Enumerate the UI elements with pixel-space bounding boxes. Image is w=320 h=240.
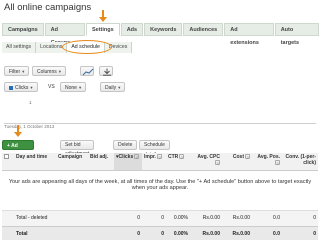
ctr-cell: 0.00% bbox=[166, 225, 190, 240]
arrow-shaft bbox=[17, 125, 19, 132]
tab-ad-groups[interactable]: Ad Groups bbox=[44, 23, 85, 46]
header-avg-cpc-label: Avg. CPC bbox=[197, 154, 220, 160]
columns-label: Columns bbox=[37, 69, 57, 75]
chart-y-tick: 1 bbox=[29, 100, 32, 105]
empty-state-message: Your ads are appearing all days of the w… bbox=[8, 178, 312, 191]
tab-ads[interactable]: Ads bbox=[120, 23, 144, 36]
delete-button[interactable]: Delete bbox=[113, 140, 138, 150]
metric2-select[interactable]: None ▾ bbox=[60, 82, 87, 92]
cost-cell: Rs.0.00 bbox=[222, 225, 252, 240]
avg-cpc-cell: Rs.0.00 bbox=[190, 209, 222, 226]
header-campaign[interactable]: Campaign bbox=[56, 153, 88, 171]
spacer-cell bbox=[2, 209, 14, 226]
line-chart-icon[interactable] bbox=[80, 66, 94, 76]
highlight-oval bbox=[62, 40, 112, 54]
spacer-cell bbox=[2, 225, 14, 240]
empty-state-row: Your ads are appearing all days of the w… bbox=[2, 170, 318, 210]
header-ctr-label: CTR bbox=[168, 154, 179, 160]
help-icon[interactable]: ? bbox=[245, 154, 250, 160]
select-all-checkbox[interactable] bbox=[4, 154, 9, 159]
tab-audiences[interactable]: Audiences bbox=[183, 23, 224, 36]
chevron-down-icon: ▾ bbox=[58, 69, 61, 74]
columns-button[interactable]: Columns ▾ bbox=[32, 66, 66, 76]
campaign-cell bbox=[56, 209, 88, 226]
row-label: Total - deleted bbox=[14, 209, 56, 226]
header-day-time[interactable]: Day and time bbox=[14, 153, 56, 171]
metric2-label: None bbox=[65, 85, 77, 91]
select-all-checkbox-cell[interactable] bbox=[2, 153, 14, 171]
conv-cell: 0 bbox=[282, 209, 318, 226]
table-row-total-deleted: Total - deleted 0 0 0.00% Rs.0.00 Rs.0.0… bbox=[2, 209, 318, 226]
header-avg-pos-label: Avg. Pos. bbox=[257, 154, 280, 160]
subtab-all-settings[interactable]: All settings bbox=[2, 42, 37, 53]
arrow-shaft bbox=[102, 10, 104, 17]
header-clicks[interactable]: ▾Clicks? bbox=[114, 153, 142, 171]
chevron-down-icon: ▾ bbox=[118, 85, 121, 90]
avg-cpc-cell: Rs.0.00 bbox=[190, 225, 222, 240]
arrow-annotation-ad-schedule bbox=[14, 125, 22, 137]
header-avg-cpc[interactable]: Avg. CPC? bbox=[190, 153, 222, 171]
arrow-head bbox=[99, 17, 107, 22]
tab-keywords[interactable]: Keywords bbox=[144, 23, 183, 36]
header-avg-pos[interactable]: Avg. Pos.? bbox=[252, 153, 282, 171]
header-impr[interactable]: Impr.? bbox=[142, 153, 166, 171]
avg-pos-cell: 0.0 bbox=[252, 209, 282, 226]
chevron-down-icon: ▾ bbox=[78, 85, 82, 90]
filter-label: Filter bbox=[9, 69, 21, 75]
main-tabs: Campaigns Ad Groups Settings Ads Keyword… bbox=[2, 23, 320, 46]
bid-adj-cell bbox=[88, 225, 114, 240]
table-row-total: Total 0 0 0.00% Rs.0.00 Rs.0.00 0.0 0 bbox=[2, 225, 318, 240]
clicks-cell: 0 bbox=[114, 209, 142, 226]
page-title: All online campaigns bbox=[4, 2, 92, 13]
ctr-cell: 0.00% bbox=[166, 209, 190, 226]
help-icon[interactable]: ? bbox=[134, 154, 140, 160]
header-clicks-label: Clicks bbox=[118, 154, 134, 160]
period-select[interactable]: Daily ▾ bbox=[100, 82, 126, 92]
download-icon[interactable] bbox=[99, 66, 113, 76]
tab-auto-targets[interactable]: Auto targets bbox=[274, 23, 319, 46]
help-icon[interactable]: ? bbox=[179, 154, 185, 160]
chevron-down-icon: ▾ bbox=[30, 85, 33, 90]
bid-adj-cell bbox=[88, 209, 114, 226]
header-impr-label: Impr. bbox=[144, 154, 156, 160]
tab-ad-extensions[interactable]: Ad extensions bbox=[224, 23, 274, 46]
schedule-details-button[interactable]: Schedule details▾ bbox=[139, 140, 170, 158]
series-color-swatch bbox=[9, 85, 13, 90]
set-bid-adjustment-button[interactable]: Set bid adjustment bbox=[60, 140, 95, 157]
row-label: Total bbox=[14, 225, 56, 240]
header-cost[interactable]: Cost? bbox=[222, 153, 252, 171]
help-icon[interactable]: ? bbox=[156, 154, 162, 160]
chevron-down-icon: ▾ bbox=[22, 69, 25, 74]
ad-schedule-table: Day and time Campaign Bid adj. ▾Clicks? … bbox=[2, 153, 318, 240]
tab-campaigns[interactable]: Campaigns bbox=[2, 23, 44, 36]
tab-settings[interactable]: Settings bbox=[86, 23, 120, 36]
metric1-label: Clicks bbox=[15, 85, 29, 91]
chart-x-label: Tuesday, 1 October 2013 bbox=[4, 124, 55, 129]
arrow-annotation-settings bbox=[99, 10, 107, 22]
conv-cell: 0 bbox=[282, 225, 318, 240]
header-ctr[interactable]: CTR? bbox=[166, 153, 190, 171]
impr-cell: 0 bbox=[142, 209, 166, 226]
impr-cell: 0 bbox=[142, 225, 166, 240]
clicks-cell: 0 bbox=[114, 225, 142, 240]
filter-button[interactable]: Filter ▾ bbox=[4, 66, 30, 76]
table-header-row: Day and time Campaign Bid adj. ▾Clicks? … bbox=[2, 153, 318, 171]
vs-label: VS bbox=[48, 84, 55, 90]
campaign-cell bbox=[56, 225, 88, 240]
header-cost-label: Cost bbox=[232, 154, 244, 160]
help-icon[interactable]: ? bbox=[215, 160, 220, 166]
header-conv[interactable]: Conv. (1-per-click) bbox=[282, 153, 318, 171]
avg-pos-cell: 0.0 bbox=[252, 225, 282, 240]
add-ad-schedule-button[interactable]: + Ad schedule bbox=[2, 140, 34, 159]
header-bid-adj[interactable]: Bid adj. bbox=[88, 153, 114, 171]
cost-cell: Rs.0.00 bbox=[222, 209, 252, 226]
metric1-select[interactable]: Clicks ▾ bbox=[4, 82, 38, 92]
performance-chart: 1 Tuesday, 1 October 2013 bbox=[2, 95, 318, 132]
period-label: Daily bbox=[105, 85, 117, 91]
help-icon[interactable]: ? bbox=[275, 160, 280, 166]
arrow-head bbox=[14, 132, 22, 137]
